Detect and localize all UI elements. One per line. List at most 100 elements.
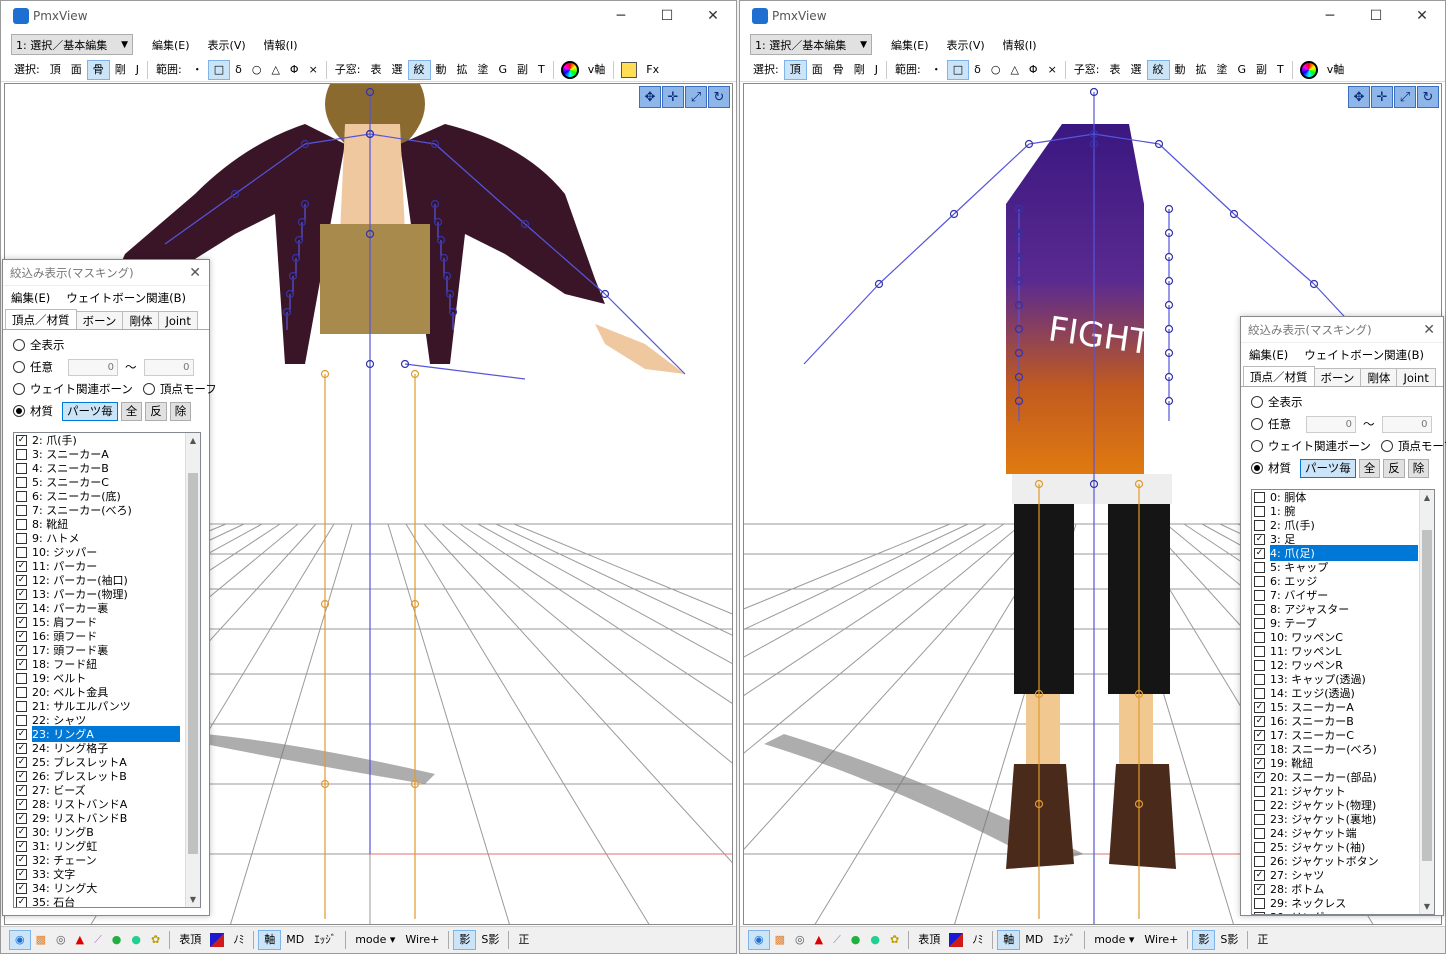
checkbox[interactable]: ✓ — [16, 784, 27, 796]
child-window-6[interactable]: G — [494, 60, 513, 80]
list-item[interactable]: 14: エッジ(透過) — [1252, 686, 1434, 700]
color-swatch[interactable] — [210, 933, 225, 947]
list-item[interactable]: ✓ 18: フード紐 — [14, 657, 200, 671]
list-item[interactable]: 5: スニーカーC — [14, 475, 200, 489]
checkbox[interactable]: ✓ — [16, 602, 27, 614]
joint-display-icon[interactable]: ● — [865, 930, 885, 950]
list-item[interactable]: ✓ 19: 靴紐 — [1252, 756, 1434, 770]
list-item[interactable]: ✓ 4: 爪(足) — [1252, 545, 1434, 561]
md-button[interactable]: MD — [281, 930, 309, 950]
list-item[interactable]: 7: バイザー — [1252, 588, 1434, 602]
checkbox[interactable] — [1254, 813, 1265, 825]
scroll-up-icon[interactable]: ▲ — [186, 433, 200, 448]
radio-button[interactable] — [1251, 396, 1263, 408]
child-window-2[interactable]: 絞 — [407, 59, 431, 80]
range-mode-5[interactable]: Φ — [1024, 60, 1043, 80]
radio-option[interactable]: 材質 — [13, 403, 53, 419]
range-mode-3[interactable]: ○ — [247, 60, 267, 80]
checkbox[interactable] — [1254, 575, 1265, 587]
checkbox[interactable]: ✓ — [16, 560, 27, 572]
list-item[interactable]: ✓ 35: 石台 — [14, 895, 200, 907]
select-mode-1[interactable]: 面 — [807, 60, 828, 80]
wire-display-icon[interactable]: ▩ — [31, 930, 51, 950]
radio-option[interactable]: 任意 — [13, 359, 68, 375]
radio-button[interactable] — [1251, 440, 1263, 452]
checkbox[interactable]: ✓ — [16, 644, 27, 656]
child-window-8[interactable]: T — [1272, 60, 1289, 80]
list-item[interactable]: ✓ 30: リングB — [14, 825, 200, 839]
checkbox[interactable]: ✓ — [16, 826, 27, 838]
mode-dropdown[interactable]: mode ▾ — [1089, 930, 1139, 950]
tab-2[interactable]: 剛体 — [122, 311, 160, 329]
vertex-display-icon[interactable]: ◉ — [748, 930, 770, 950]
list-item[interactable]: ✓ 17: 頭フード裏 — [14, 643, 200, 657]
child-window-5[interactable]: 塗 — [1212, 60, 1233, 80]
checkbox[interactable]: ✓ — [1254, 869, 1265, 881]
scroll-down-icon[interactable]: ▼ — [186, 892, 200, 907]
panel-menu-weight-bone[interactable]: ウェイトボーン関連(B) — [66, 290, 186, 306]
list-item[interactable]: ✓ 16: 頭フード — [14, 629, 200, 643]
maximize-button[interactable]: ☐ — [644, 1, 690, 31]
child-window-7[interactable]: 副 — [1251, 60, 1272, 80]
child-window-0[interactable]: 表 — [1105, 60, 1126, 80]
mode-select[interactable]: 1: 選択／基本編集 ▼ — [11, 34, 133, 55]
checkbox[interactable] — [1254, 841, 1265, 853]
list-item[interactable]: 11: ワッペンL — [1252, 644, 1434, 658]
shadow-button[interactable]: 影 — [453, 930, 477, 950]
scroll-up-icon[interactable]: ▲ — [1420, 490, 1434, 505]
list-item[interactable]: 25: ジャケット(袖) — [1252, 840, 1434, 854]
select-all-button[interactable]: 全 — [120, 401, 143, 421]
child-window-2[interactable]: 絞 — [1146, 59, 1170, 80]
range-start-field[interactable]: 0 — [1306, 415, 1356, 433]
radio-button[interactable] — [1251, 418, 1263, 430]
list-item[interactable]: ✓ 33: 文字 — [14, 867, 200, 881]
pan-view-icon[interactable]: ✛ — [1371, 86, 1393, 108]
show-vertex-button[interactable]: 表頂 — [913, 930, 945, 950]
menu-view[interactable]: 表示(V) — [208, 37, 246, 53]
checkbox[interactable]: ✓ — [16, 896, 27, 907]
child-window-8[interactable]: T — [533, 60, 550, 80]
checkbox[interactable] — [1254, 505, 1265, 517]
checkbox[interactable] — [1254, 631, 1265, 643]
list-item[interactable]: ✓ 2: 爪(手) — [14, 433, 200, 447]
ortho-button[interactable]: 正 — [513, 930, 534, 950]
rigid-display-icon[interactable]: ● — [107, 930, 127, 950]
checkbox[interactable]: ✓ — [1254, 533, 1265, 545]
checkbox[interactable]: ✓ — [16, 630, 27, 642]
checkbox[interactable]: ✓ — [16, 756, 27, 768]
material-list[interactable]: ✓ 2: 爪(手) 3: スニーカーA 4: スニーカーB 5: スニーカーC 6: スニ… — [13, 432, 201, 908]
child-window-4[interactable]: 拡 — [452, 60, 473, 80]
list-item[interactable]: 4: スニーカーB — [14, 461, 200, 475]
self-shadow-button[interactable]: S影 — [476, 930, 504, 950]
tab-3[interactable]: Joint — [158, 311, 198, 329]
menu-view[interactable]: 表示(V) — [947, 37, 985, 53]
checkbox[interactable] — [16, 518, 27, 530]
list-item[interactable]: 1: 腕 — [1252, 504, 1434, 518]
close-icon[interactable]: ✕ — [189, 265, 201, 281]
only-button[interactable]: ﾉﾐ — [228, 930, 249, 950]
select-mode-1[interactable]: 面 — [66, 60, 87, 80]
checkbox[interactable]: ✓ — [16, 854, 27, 866]
range-mode-6[interactable]: × — [1043, 60, 1062, 80]
checkbox[interactable]: ✓ — [1254, 729, 1265, 741]
range-mode-2[interactable]: δ — [230, 60, 247, 80]
checkbox[interactable] — [16, 700, 27, 712]
edge-button[interactable]: ｴｯｼﾞ — [1048, 930, 1080, 950]
list-item[interactable]: ✓ 12: パーカー(袖口) — [14, 573, 200, 587]
child-window-4[interactable]: 拡 — [1191, 60, 1212, 80]
list-item[interactable]: ✓ 15: 肩フード — [14, 615, 200, 629]
radio-option[interactable]: ウェイト関連ボーン — [13, 381, 133, 397]
list-item[interactable]: 22: シャツ — [14, 713, 200, 727]
fx-button[interactable]: Fx — [641, 60, 664, 80]
list-item[interactable]: ✓ 29: リストバンドB — [14, 811, 200, 825]
select-mode-3[interactable]: 剛 — [110, 60, 131, 80]
list-item[interactable]: ✓ 32: チェーン — [14, 853, 200, 867]
tab-0[interactable]: 頂点／材質 — [5, 309, 77, 329]
checkbox[interactable] — [16, 532, 27, 544]
axis-wheel-icon[interactable] — [1299, 60, 1318, 79]
grid-icon[interactable] — [621, 61, 638, 78]
scrollbar[interactable]: ▲ ▼ — [1419, 490, 1434, 914]
checkbox[interactable]: ✓ — [16, 434, 27, 446]
checkbox[interactable] — [16, 476, 27, 488]
radio-button[interactable] — [142, 383, 155, 395]
